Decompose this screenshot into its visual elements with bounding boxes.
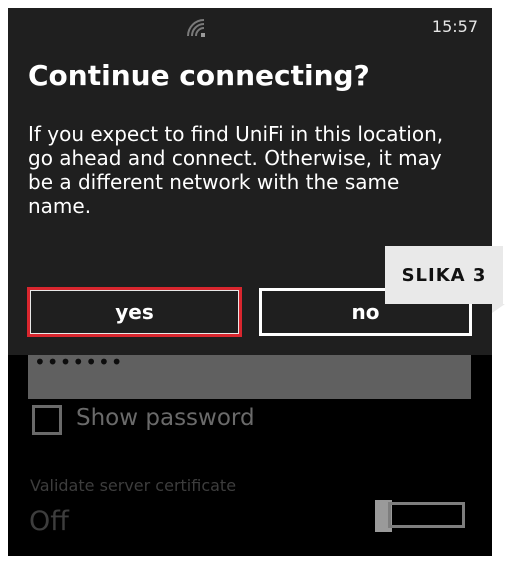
show-password-checkbox[interactable] bbox=[32, 405, 62, 435]
validate-certificate-toggle[interactable] bbox=[375, 500, 465, 532]
callout-pointer bbox=[492, 304, 505, 313]
toggle-track bbox=[388, 502, 465, 528]
yes-button-label: yes bbox=[115, 300, 154, 324]
clock: 15:57 bbox=[431, 17, 478, 36]
dialog-message: If you expect to find UniFi in this loca… bbox=[28, 122, 444, 218]
dialog-title: Continue connecting? bbox=[28, 59, 370, 92]
figure-callout-label: SLIKA 3 bbox=[401, 264, 487, 286]
status-bar: 15:57 bbox=[8, 8, 492, 48]
figure-callout: SLIKA 3 bbox=[385, 246, 503, 304]
validate-certificate-label: Validate server certificate bbox=[30, 476, 237, 495]
no-button-label: no bbox=[351, 300, 380, 324]
show-password-row[interactable]: Show password bbox=[28, 402, 328, 446]
show-password-label: Show password bbox=[76, 405, 255, 431]
wifi-signal-icon bbox=[187, 19, 205, 37]
yes-button[interactable]: yes bbox=[27, 287, 242, 337]
validate-certificate-value: Off bbox=[29, 506, 69, 537]
